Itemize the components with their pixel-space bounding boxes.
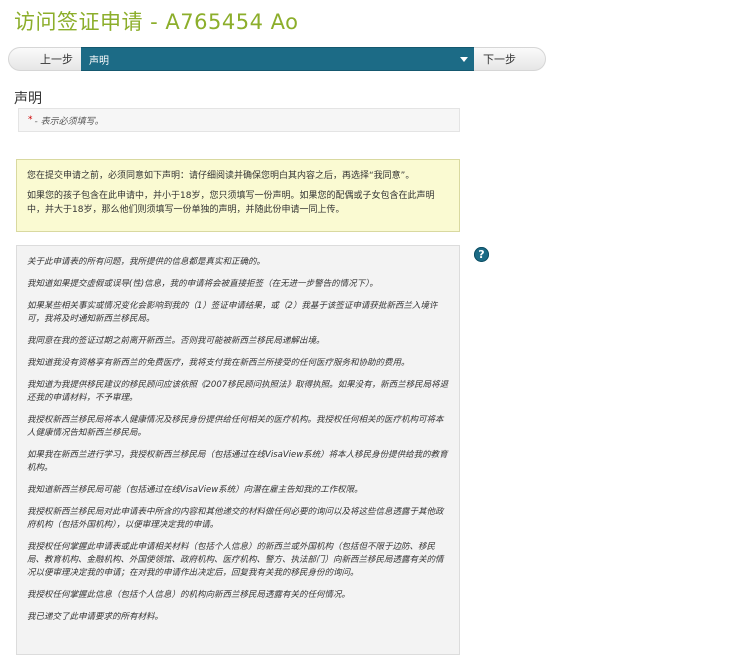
declaration-paragraph: 我授权任何掌握此申请表或此申请相关材料（包括个人信息）的新西兰或外国机构（包括但… — [27, 542, 444, 578]
declaration-paragraph: 关于此申请表的所有问题，我所提供的信息都是真实和正确的。 — [27, 257, 266, 267]
notice-box: 您在提交申请之前，必须同意如下声明：请仔细阅读并确保您明白其内容之后，再选择“我… — [16, 159, 460, 232]
declaration-paragraph: 我已递交了此申请要求的所有材料。 — [27, 612, 164, 622]
next-button[interactable]: 下一步 — [474, 47, 546, 71]
section-select[interactable]: 声明 — [81, 47, 474, 71]
section-navigation: 上一步 声明 下一步 — [8, 47, 546, 71]
required-note: * - 表示必须填写。 — [18, 108, 460, 132]
notice-line: 如果您的孩子包含在此申请中，并小于18岁，您只须填写一份声明。如果您的配偶或子女… — [27, 191, 435, 215]
declaration-paragraph: 我授权新西兰移民局对此申请表中所含的内容和其他递交的材料做任何必要的询问以及将这… — [27, 507, 444, 530]
declaration-paragraph: 我知道为我提供移民建议的移民顾问应该依照《2007移民顾问执照法》取得执照。如果… — [27, 380, 449, 403]
declaration-paragraph: 我同意在我的签证过期之前离开新西兰。否则我可能被新西兰移民局递解出境。 — [27, 336, 325, 346]
declaration-paragraph: 如果我在新西兰进行学习，我授权新西兰移民局（包括通过在线VisaView系统）将… — [27, 450, 448, 473]
declaration-paragraph: 如果某些相关事实或情况变化会影响到我的（1）签证申请结果，或（2）我基于该签证申… — [27, 301, 438, 324]
page-title: 访问签证申请 - A765454 Ao — [14, 10, 299, 34]
declaration-paragraph: 我授权任何掌握此信息（包括个人信息）的机构向新西兰移民局透露有关的任何情况。 — [27, 590, 351, 600]
chevron-down-icon — [460, 56, 468, 62]
previous-button[interactable]: 上一步 — [8, 47, 81, 71]
declaration-box: 关于此申请表的所有问题，我所提供的信息都是真实和正确的。 我知道如果提交虚假或误… — [16, 245, 460, 655]
declaration-paragraph: 我授权新西兰移民局将本人健康情况及移民身份提供给任何相关的医疗机构。我授权任何相… — [27, 415, 444, 438]
required-star: * — [28, 115, 33, 125]
notice-line: 您在提交申请之前，必须同意如下声明：请仔细阅读并确保您明白其内容之后，再选择“我… — [27, 171, 415, 181]
declaration-paragraph: 我知道新西兰移民局可能（包括通过在线VisaView系统）向潜在雇主告知我的工作… — [27, 485, 363, 495]
declaration-paragraph: 我知道如果提交虚假或误导(性)信息，我的申请将会被直接拒签（在无进一步警告的情况… — [27, 279, 378, 289]
section-heading: 声明 — [14, 91, 42, 107]
required-text: - 表示必须填写。 — [34, 116, 104, 127]
section-select-value: 声明 — [89, 55, 109, 67]
help-icon[interactable]: ? — [474, 247, 489, 262]
declaration-paragraph: 我知道我没有资格享有新西兰的免费医疗，我将支付我在新西兰所接受的任何医疗服务和协… — [27, 358, 410, 368]
